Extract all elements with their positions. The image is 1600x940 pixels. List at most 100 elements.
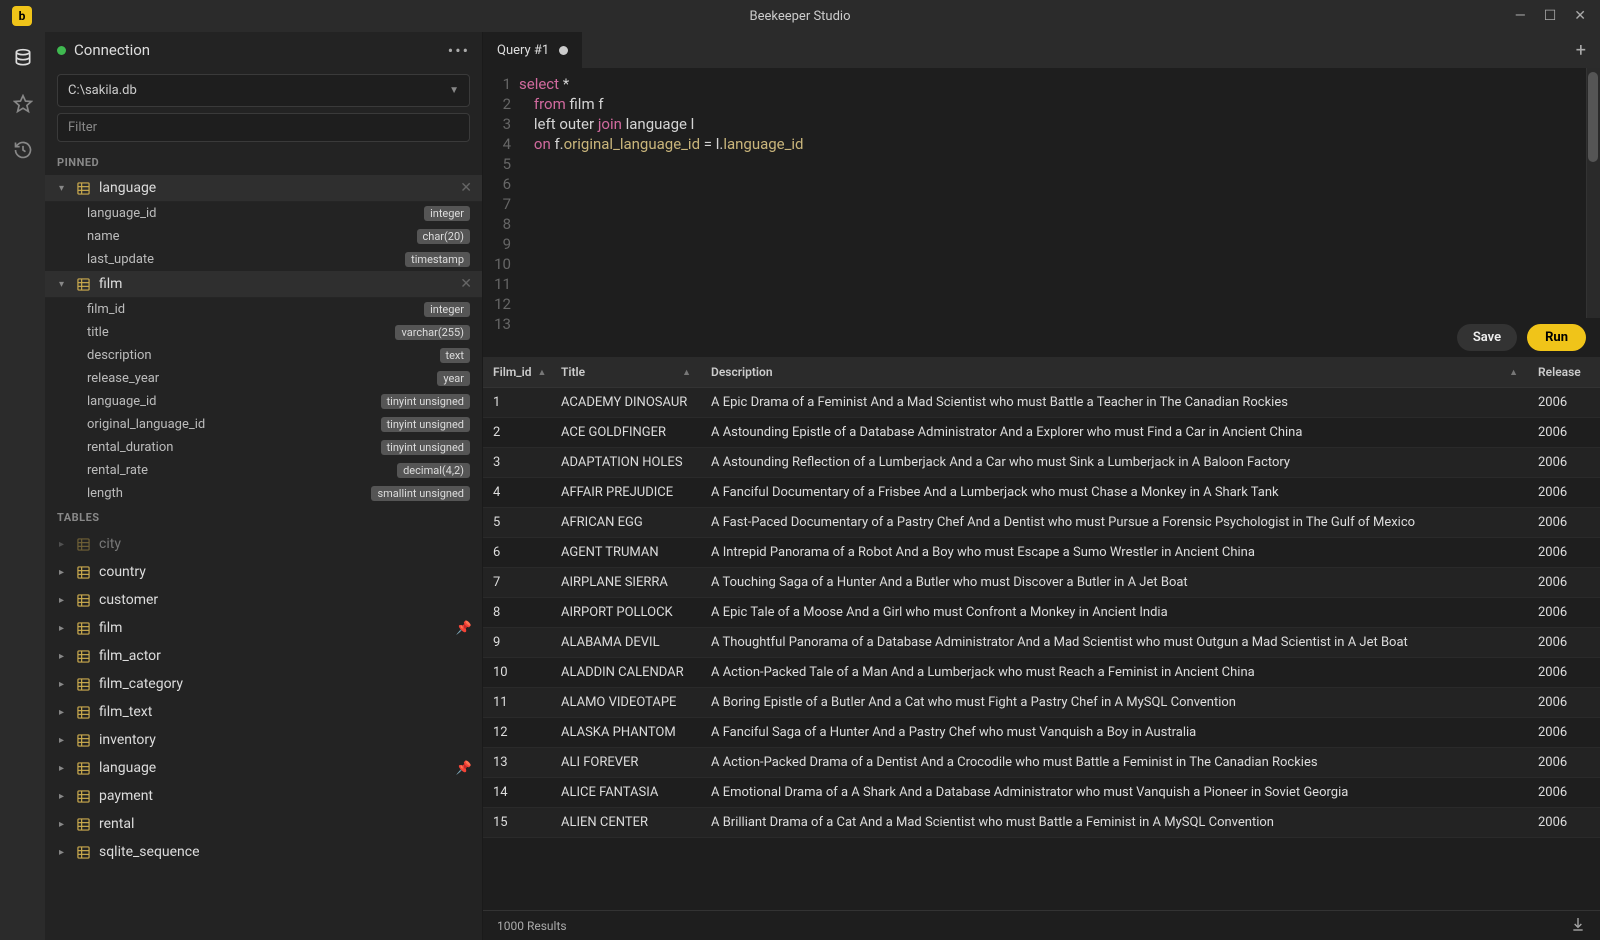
table-row[interactable]: ▸payment xyxy=(45,782,482,810)
activity-history-icon[interactable] xyxy=(11,138,35,162)
cell-release-year: 2006 xyxy=(1528,568,1600,597)
run-button[interactable]: Run xyxy=(1527,324,1586,351)
cell-title: AFRICAN EGG xyxy=(551,508,701,537)
cell-description: A Emotional Drama of a A Shark And a Dat… xyxy=(701,778,1528,807)
chevron-right-icon: ▸ xyxy=(59,735,71,746)
table-row[interactable]: ▸ sqlite_sequence xyxy=(45,838,482,866)
table-name: film_text xyxy=(99,704,472,720)
filter-input[interactable]: Filter xyxy=(57,113,470,142)
column-row[interactable]: language_idtinyint unsigned xyxy=(45,390,482,413)
result-row[interactable]: 9ALABAMA DEVILA Thoughtful Panorama of a… xyxy=(483,628,1600,658)
result-row[interactable]: 1ACADEMY DINOSAURA Epic Drama of a Femin… xyxy=(483,388,1600,418)
result-row[interactable]: 12ALASKA PHANTOMA Fanciful Saga of a Hun… xyxy=(483,718,1600,748)
chevron-right-icon: ▸ xyxy=(59,819,71,830)
sql-editor[interactable]: 12345678910111213 select * from film f l… xyxy=(483,68,1600,318)
column-type: integer xyxy=(424,206,470,221)
pin-icon[interactable]: 📌 xyxy=(456,761,472,776)
column-header-film-id[interactable]: Film_id▲ xyxy=(483,357,551,387)
result-row[interactable]: 6AGENT TRUMANA Intrepid Panorama of a Ro… xyxy=(483,538,1600,568)
result-row[interactable]: 7AIRPLANE SIERRAA Touching Saga of a Hun… xyxy=(483,568,1600,598)
table-row[interactable]: ▸country xyxy=(45,558,482,586)
results-header: Film_id▲ Title▲ Description▲ Release xyxy=(483,357,1600,388)
query-tab[interactable]: Query #1 xyxy=(483,32,583,68)
code-content[interactable]: select * from film f left outer join lan… xyxy=(519,74,1600,318)
save-button[interactable]: Save xyxy=(1457,324,1517,351)
table-row[interactable]: ▸film_category xyxy=(45,670,482,698)
table-name: sqlite_sequence xyxy=(99,844,472,860)
column-row[interactable]: lengthsmallint unsigned xyxy=(45,482,482,505)
column-row[interactable]: namechar(20) xyxy=(45,225,482,248)
table-name: film_category xyxy=(99,676,472,692)
chevron-right-icon: ▸ xyxy=(59,763,71,774)
column-row[interactable]: film_idinteger xyxy=(45,298,482,321)
result-row[interactable]: 11ALAMO VIDEOTAPEA Boring Epistle of a B… xyxy=(483,688,1600,718)
column-header-description[interactable]: Description▲ xyxy=(701,357,1528,387)
column-header-release[interactable]: Release xyxy=(1528,357,1600,387)
table-row[interactable]: ▸customer xyxy=(45,586,482,614)
table-row[interactable]: ▸inventory xyxy=(45,726,482,754)
unpin-icon[interactable]: ✕ xyxy=(460,276,472,292)
cell-release-year: 2006 xyxy=(1528,478,1600,507)
column-row[interactable]: release_yearyear xyxy=(45,367,482,390)
table-row[interactable]: ▸rental xyxy=(45,810,482,838)
table-row[interactable]: ▸city xyxy=(45,530,482,558)
result-row[interactable]: 2ACE GOLDFINGERA Astounding Epistle of a… xyxy=(483,418,1600,448)
chevron-right-icon: ▸ xyxy=(59,847,71,858)
column-row[interactable]: rental_durationtinyint unsigned xyxy=(45,436,482,459)
column-type: text xyxy=(440,348,471,363)
window-close-icon[interactable]: ✕ xyxy=(1574,8,1586,24)
cell-title: ALABAMA DEVIL xyxy=(551,628,701,657)
column-row[interactable]: last_updatetimestamp xyxy=(45,248,482,271)
cell-release-year: 2006 xyxy=(1528,418,1600,447)
activity-favorites-icon[interactable] xyxy=(11,92,35,116)
editor-area: Query #1 + 12345678910111213 select * fr… xyxy=(483,32,1600,940)
column-type: year xyxy=(437,371,470,386)
cell-release-year: 2006 xyxy=(1528,448,1600,477)
activity-database-icon[interactable] xyxy=(11,46,35,70)
result-row[interactable]: 3ADAPTATION HOLESA Astounding Reflection… xyxy=(483,448,1600,478)
pin-icon[interactable]: 📌 xyxy=(456,621,472,636)
window-minimize-icon[interactable]: ― xyxy=(1515,8,1526,24)
unpin-icon[interactable]: ✕ xyxy=(460,180,472,196)
table-row[interactable]: ▸film_text xyxy=(45,698,482,726)
sidebar-menu-icon[interactable]: ••• xyxy=(448,41,470,60)
column-header-title[interactable]: Title▲ xyxy=(551,357,701,387)
result-row[interactable]: 10ALADDIN CALENDARA Action-Packed Tale o… xyxy=(483,658,1600,688)
titlebar: b Beekeeper Studio ― ☐ ✕ xyxy=(0,0,1600,32)
cell-film-id: 8 xyxy=(483,598,551,627)
column-row[interactable]: original_language_idtinyint unsigned xyxy=(45,413,482,436)
column-row[interactable]: language_idinteger xyxy=(45,202,482,225)
column-row[interactable]: rental_ratedecimal(4,2) xyxy=(45,459,482,482)
result-row[interactable]: 5AFRICAN EGGA Fast-Paced Documentary of … xyxy=(483,508,1600,538)
cell-description: A Thoughtful Panorama of a Database Admi… xyxy=(701,628,1528,657)
table-row[interactable]: ▸film_actor xyxy=(45,642,482,670)
window-maximize-icon[interactable]: ☐ xyxy=(1544,8,1557,24)
action-row: Save Run xyxy=(483,318,1600,357)
result-row[interactable]: 15ALIEN CENTERA Brilliant Drama of a Cat… xyxy=(483,808,1600,838)
cell-description: A Astounding Reflection of a Lumberjack … xyxy=(701,448,1528,477)
result-row[interactable]: 13ALI FOREVERA Action-Packed Drama of a … xyxy=(483,748,1600,778)
cell-description: A Fanciful Saga of a Hunter And a Pastry… xyxy=(701,718,1528,747)
result-row[interactable]: 8AIRPORT POLLOCKA Epic Tale of a Moose A… xyxy=(483,598,1600,628)
result-row[interactable]: 4AFFAIR PREJUDICEA Fanciful Documentary … xyxy=(483,478,1600,508)
column-name: name xyxy=(87,229,417,244)
editor-scrollbar[interactable] xyxy=(1586,68,1600,318)
cell-description: A Fanciful Documentary of a Frisbee And … xyxy=(701,478,1528,507)
table-name: city xyxy=(99,536,472,552)
pinned-table-row[interactable]: ▾film✕ xyxy=(45,271,482,298)
column-row[interactable]: descriptiontext xyxy=(45,344,482,367)
connection-select[interactable]: C:\sakila.db ▼ xyxy=(57,74,470,107)
pinned-table-row[interactable]: ▾language✕ xyxy=(45,175,482,202)
sidebar: Connection ••• C:\sakila.db ▼ Filter PIN… xyxy=(45,32,483,940)
cell-title: ALICE FANTASIA xyxy=(551,778,701,807)
column-name: length xyxy=(87,486,371,501)
table-row[interactable]: ▸film📌 xyxy=(45,614,482,642)
table-row[interactable]: ▸language📌 xyxy=(45,754,482,782)
column-row[interactable]: titlevarchar(255) xyxy=(45,321,482,344)
cell-film-id: 2 xyxy=(483,418,551,447)
result-row[interactable]: 14ALICE FANTASIAA Emotional Drama of a A… xyxy=(483,778,1600,808)
column-type: char(20) xyxy=(417,229,471,244)
download-icon[interactable] xyxy=(1570,916,1586,935)
chevron-right-icon: ▸ xyxy=(59,791,71,802)
new-tab-button[interactable]: + xyxy=(1562,32,1600,68)
